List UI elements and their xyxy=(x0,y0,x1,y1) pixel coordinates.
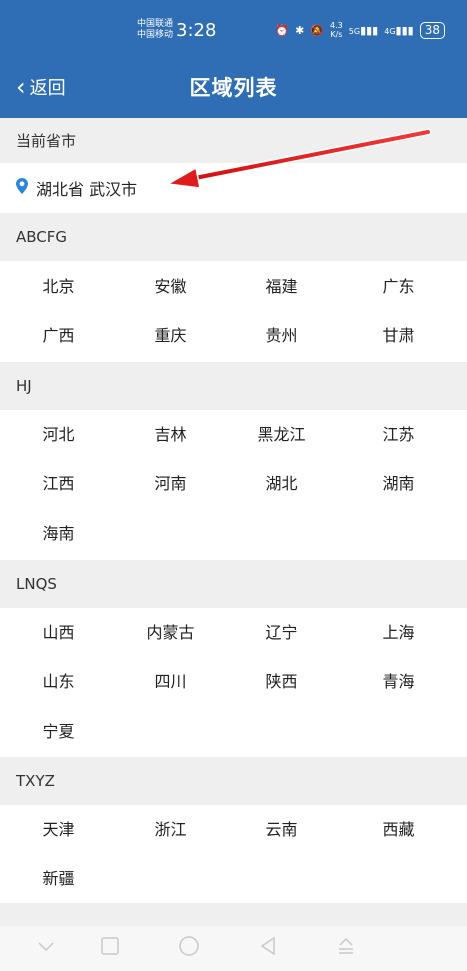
recents-icon[interactable] xyxy=(100,936,120,956)
upload-icon[interactable] xyxy=(336,936,356,956)
red-arrow-annotation xyxy=(165,128,432,189)
back-nav-icon[interactable] xyxy=(258,936,278,956)
system-nav-bar xyxy=(0,926,467,971)
home-icon[interactable] xyxy=(178,936,200,958)
collapse-icon[interactable] xyxy=(36,936,56,956)
